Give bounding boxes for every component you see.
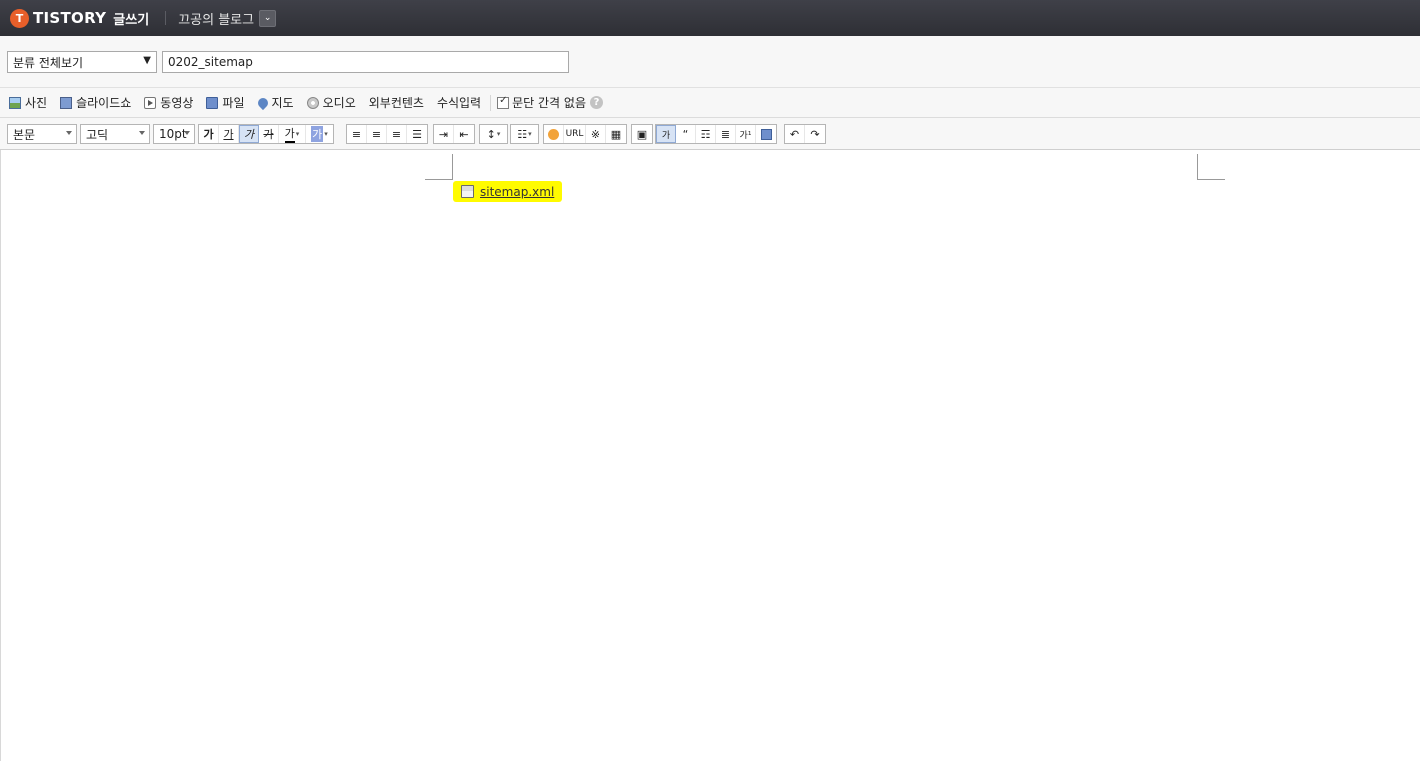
font-size-select[interactable]: 10pt	[153, 124, 195, 144]
align-right-icon[interactable]: ≡	[387, 125, 407, 143]
bold-button[interactable]: 가	[199, 125, 219, 143]
block-group: 가 “ ☶ ≣ 가¹	[655, 124, 777, 144]
align-justify-icon[interactable]: ☰	[407, 125, 427, 143]
align-center-icon[interactable]: ≡	[367, 125, 387, 143]
line-height-icon[interactable]: ↕ ▾	[480, 125, 507, 143]
attached-file-link[interactable]: sitemap.xml	[453, 181, 563, 202]
attach-file-label: 파일	[222, 96, 245, 110]
help-icon[interactable]: ?	[589, 96, 603, 109]
quote-button[interactable]: “	[676, 125, 696, 143]
audio-disc-icon	[306, 96, 319, 109]
text-color-icon: 가	[284, 125, 295, 143]
category-select-value: 분류 전체보기	[13, 55, 84, 70]
text-color-button[interactable]: 가 ▾	[279, 125, 306, 143]
attach-slideshow-label: 슬라이드쇼	[76, 96, 132, 110]
italic-button[interactable]: 가	[239, 125, 259, 143]
no-paragraph-spacing-label: 문단 간격 없음	[512, 96, 586, 110]
indent-icon[interactable]: ⇥	[434, 125, 454, 143]
more-lines-icon[interactable]: ≣	[716, 125, 736, 143]
outdent-icon[interactable]: ⇤	[454, 125, 474, 143]
attach-audio-button[interactable]: 오디오	[306, 94, 356, 111]
no-paragraph-spacing-checkbox[interactable]	[497, 95, 510, 109]
page-margin-right-marker	[1197, 154, 1225, 180]
tistory-logo-icon: T	[10, 8, 29, 28]
attach-photo-label: 사진	[25, 96, 48, 110]
history-group: ↶ ↷	[784, 124, 826, 144]
undo-button[interactable]: ↶	[785, 125, 805, 143]
slideshow-icon	[60, 96, 73, 109]
indent-group: ⇥ ⇤	[433, 124, 475, 144]
attach-video-button[interactable]: 동영상	[144, 94, 193, 111]
no-paragraph-spacing-toggle[interactable]: 문단 간격 없음 ?	[497, 94, 603, 111]
floppy-disk-icon	[461, 185, 474, 198]
background-color-icon: 가	[311, 126, 324, 142]
strikethrough-button[interactable]: 가	[259, 125, 279, 143]
attach-audio-label: 오디오	[322, 96, 356, 110]
underline-button[interactable]: 가	[219, 125, 239, 143]
table-icon[interactable]: ▦	[606, 125, 626, 143]
align-left-icon[interactable]: ≡	[347, 125, 367, 143]
layout-group: ▣	[631, 124, 653, 144]
photo-icon	[9, 96, 21, 109]
map-pin-icon	[255, 95, 270, 110]
attach-formula-label: 수식입력	[436, 96, 482, 110]
divider	[490, 94, 492, 111]
box-text-button[interactable]: 가	[656, 125, 676, 143]
save-icon[interactable]	[756, 125, 776, 143]
page-margin-left-marker	[425, 154, 453, 180]
attach-formula-button[interactable]: 수식입력	[437, 94, 481, 111]
layout-icon[interactable]: ▣	[632, 125, 652, 143]
chevron-down-icon[interactable]: ⌄	[259, 9, 277, 27]
title-input[interactable]	[162, 51, 569, 73]
attach-external-label: 외부컨텐츠	[368, 96, 424, 110]
page-title: 글쓰기	[113, 12, 150, 28]
tistory-logo[interactable]: T TISTORY	[10, 8, 107, 28]
dropdown-arrow-icon: ▼	[143, 55, 151, 66]
line-height-group: ↕ ▾	[479, 124, 508, 144]
tistory-logo-text: TISTORY	[33, 9, 107, 27]
paragraph-style-select[interactable]: 본문	[7, 124, 77, 144]
emoticon-icon[interactable]	[544, 125, 564, 143]
video-icon	[144, 96, 157, 109]
redo-button[interactable]: ↷	[805, 125, 825, 143]
attach-toolbar: 사진 슬라이드쇼 동영상 파일 지도 오디오 외부컨텐츠 수식입력 문단 간격 …	[0, 88, 1420, 118]
paragraph-style-value: 본문	[13, 127, 36, 142]
chevron-down-icon	[66, 131, 72, 135]
font-family-value: 고딕	[86, 127, 109, 142]
chevron-down-icon	[139, 131, 145, 135]
attach-map-label: 지도	[271, 96, 294, 110]
post-title-row: 분류 전체보기 ▼	[0, 36, 1420, 88]
floppy-disk-icon	[206, 96, 219, 109]
list-group: ☷ ▾	[510, 124, 539, 144]
top-bar: T TISTORY 글쓰기 끄공의 블로그 ⌄	[0, 0, 1420, 36]
format-toolbar: 본문 고딕 10pt 가 가 가 가 가 ▾ 가 ▾ ≡ ≡ ≡ ☰ ⇥ ⇤ ↕ ▾ …	[0, 118, 1420, 150]
special-character-button[interactable]: ※	[586, 125, 606, 143]
blog-name[interactable]: 끄공의 블로그	[178, 9, 254, 28]
align-group: ≡ ≡ ≡ ☰	[346, 124, 428, 144]
superscript-button[interactable]: 가¹	[736, 125, 756, 143]
chevron-down-icon	[184, 131, 190, 135]
url-link-button[interactable]: URL	[564, 125, 586, 143]
attach-external-content-button[interactable]: 외부컨텐츠	[369, 94, 424, 111]
attach-video-label: 동영상	[160, 96, 194, 110]
background-color-button[interactable]: 가 ▾	[306, 125, 333, 143]
horizontal-rule-icon[interactable]: ☶	[696, 125, 716, 143]
attach-map-button[interactable]: 지도	[255, 94, 294, 111]
insert-group: URL ※ ▦	[543, 124, 627, 144]
category-select[interactable]: 분류 전체보기 ▼	[7, 51, 157, 73]
numbered-list-icon[interactable]: ☷ ▾	[511, 125, 538, 143]
editor-area[interactable]: sitemap.xml	[0, 150, 1420, 761]
attach-slideshow-button[interactable]: 슬라이드쇼	[60, 94, 131, 111]
attach-file-button[interactable]: 파일	[206, 94, 245, 111]
attach-photo-button[interactable]: 사진	[9, 94, 47, 111]
divider	[165, 11, 167, 25]
font-size-value: 10pt	[159, 127, 187, 141]
attached-file-name: sitemap.xml	[480, 184, 555, 199]
text-style-group: 가 가 가 가 가 ▾ 가 ▾	[198, 124, 334, 144]
font-family-select[interactable]: 고딕	[80, 124, 150, 144]
